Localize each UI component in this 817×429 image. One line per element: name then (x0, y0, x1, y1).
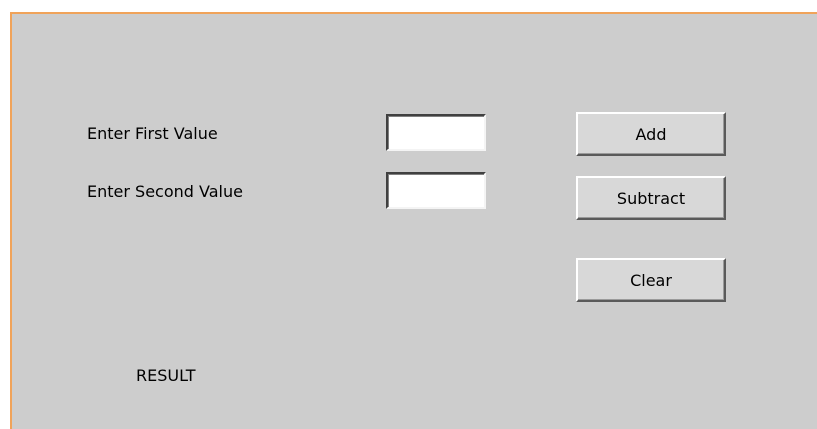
second-value-input[interactable] (386, 172, 486, 209)
clear-button[interactable]: Clear (576, 258, 726, 302)
result-label: RESULT (136, 366, 196, 385)
calculator-applet-panel: Enter First Value Add Enter Second Value… (10, 12, 817, 429)
second-value-label: Enter Second Value (87, 182, 243, 201)
first-value-input[interactable] (386, 114, 486, 151)
add-button[interactable]: Add (576, 112, 726, 156)
first-value-label: Enter First Value (87, 124, 218, 143)
subtract-button[interactable]: Subtract (576, 176, 726, 220)
